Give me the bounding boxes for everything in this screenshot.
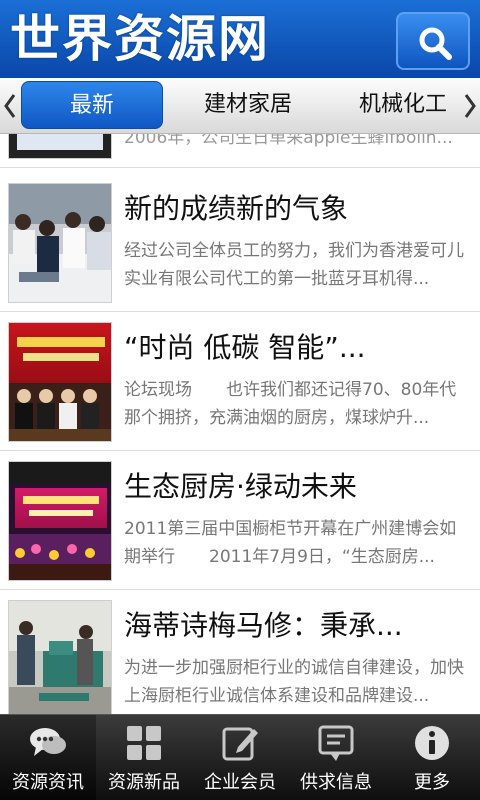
search-icon (419, 27, 452, 60)
article-thumbnail (8, 183, 112, 303)
article-summary: 为进一步加强厨柜行业的诚信自律建设，加快上海厨柜行业诚信体系建设和品牌建设... (124, 658, 464, 706)
article-thumbnail (8, 134, 112, 159)
chat-bubbles-icon (30, 728, 66, 756)
bottom-navigation: 资源资讯 资源新品 企业会员 供求信息 更多 (0, 714, 480, 800)
article-title: 生态厨房·绿动未来 (124, 470, 357, 503)
grid-icon (127, 726, 161, 760)
article-summary: 论坛现场 也许我们都还记得70、80年代那个拥挤，充满油烟的厨房，煤球炉升... (124, 380, 457, 428)
nav-label: 资源资讯 (12, 772, 84, 793)
chevron-right-icon[interactable] (462, 92, 478, 120)
tab-latest[interactable]: 最新 (21, 81, 163, 129)
edit-icon (222, 727, 258, 761)
article-thumbnail (8, 461, 112, 581)
search-button[interactable] (396, 12, 470, 70)
article-thumbnail (8, 322, 112, 442)
list-item[interactable]: 生态厨房·绿动未来 2011第三届中国橱柜节开幕在广州建博会如期举行 2011年… (0, 451, 480, 590)
nav-more[interactable]: 更多 (384, 715, 480, 800)
app-header: 世界资源网 (0, 0, 480, 78)
message-icon (318, 725, 354, 761)
nav-label: 更多 (414, 772, 450, 793)
article-list: 2006年，公司生日单采apple生蜂ifbolin... 新的成绩新的气象 经… (0, 134, 480, 714)
app-logo: 世界资源网 (10, 9, 270, 68)
nav-resource-news[interactable]: 资源资讯 (0, 715, 96, 800)
article-summary: 2006年，公司生日单采apple生蜂ifbolin... (124, 134, 453, 148)
article-summary: 经过公司全体员工的努力，我们为香港爱可儿实业有限公司代工的第一批蓝牙耳机得... (124, 241, 464, 289)
tab-building-home[interactable]: 建材家居 (176, 81, 320, 129)
tab-machinery-chemical[interactable]: 机械化工 (330, 81, 476, 129)
article-summary: 2011第三届中国橱柜节开幕在广州建博会如期举行 2011年7月9日，“生态厨房… (124, 519, 457, 567)
nav-label: 企业会员 (204, 772, 276, 793)
article-title: 海蒂诗梅马修：秉承... (124, 609, 403, 642)
nav-enterprise-members[interactable]: 企业会员 (192, 715, 288, 800)
nav-label: 供求信息 (300, 772, 372, 793)
article-thumbnail (8, 600, 112, 714)
list-item[interactable]: 2006年，公司生日单采apple生蜂ifbolin... (0, 134, 480, 168)
list-item[interactable]: 海蒂诗梅马修：秉承... 为进一步加强厨柜行业的诚信自律建设，加快上海厨柜行业诚… (0, 590, 480, 714)
nav-label: 资源新品 (108, 772, 180, 793)
list-item[interactable]: 新的成绩新的气象 经过公司全体员工的努力，我们为香港爱可儿实业有限公司代工的第一… (0, 173, 480, 312)
list-item[interactable]: “时尚 低碳 智能”... 论坛现场 也许我们都还记得70、80年代那个拥挤，充… (0, 312, 480, 451)
article-title: “时尚 低碳 智能”... (124, 331, 366, 364)
info-icon (415, 726, 449, 760)
nav-resource-products[interactable]: 资源新品 (96, 715, 192, 800)
category-tabbar: 最新 建材家居 机械化工 (0, 78, 480, 134)
article-title: 新的成绩新的气象 (124, 192, 349, 225)
chevron-left-icon[interactable] (2, 92, 18, 120)
nav-supply-demand[interactable]: 供求信息 (288, 715, 384, 800)
